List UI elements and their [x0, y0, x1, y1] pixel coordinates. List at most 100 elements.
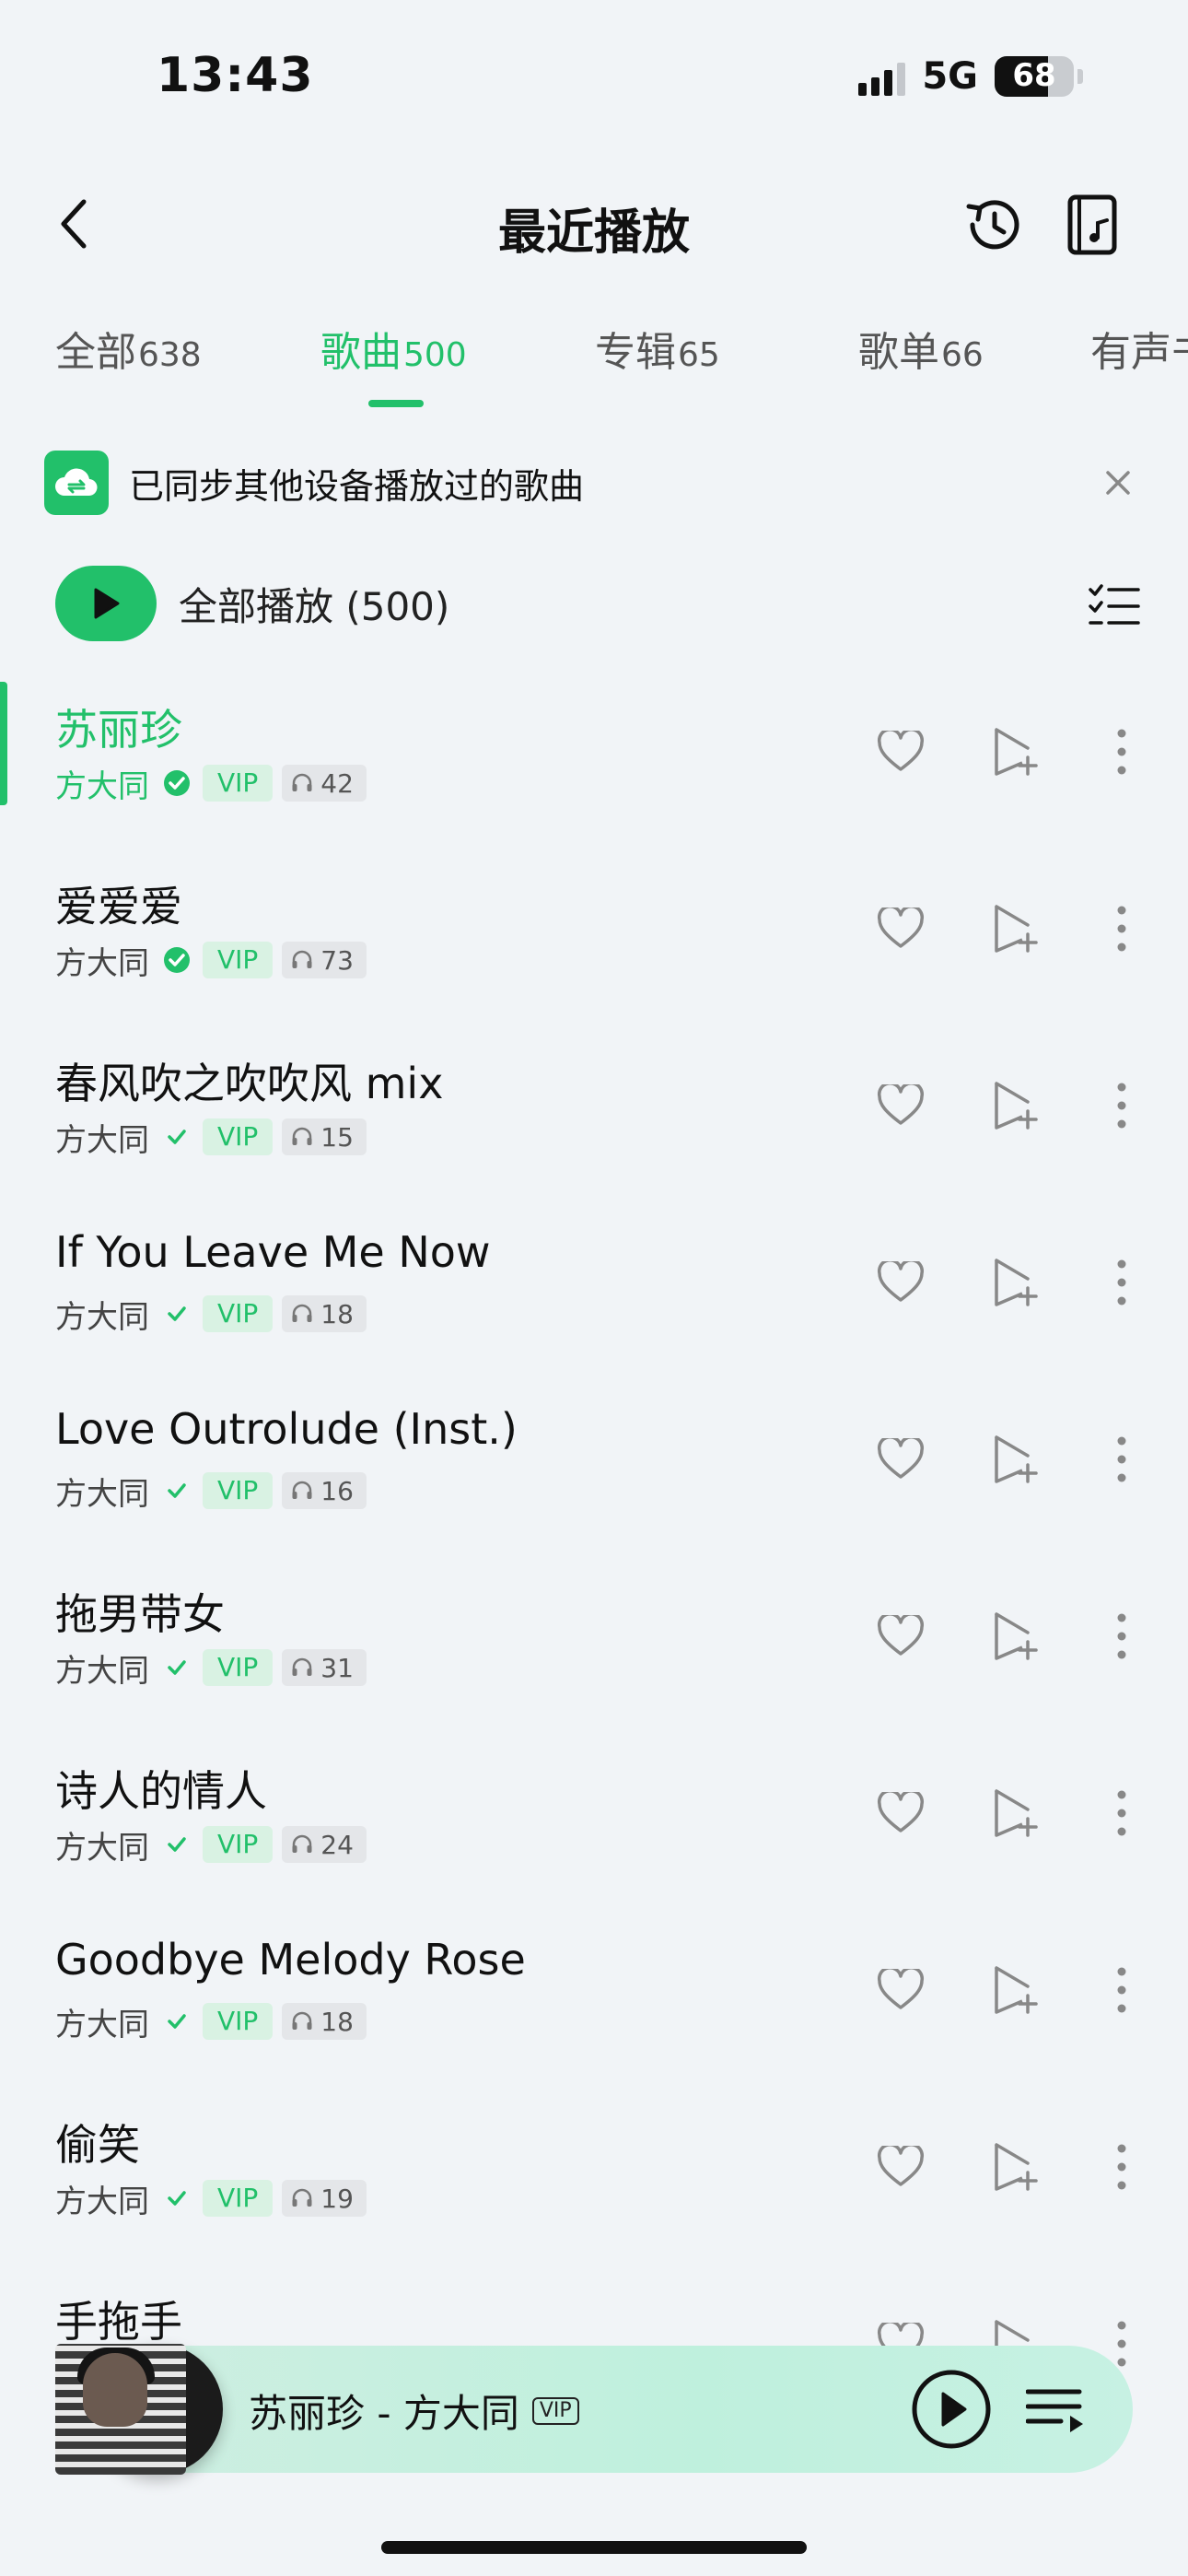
add-to-playlist-button[interactable] [982, 1603, 1048, 1669]
add-to-playlist-icon [995, 1082, 1038, 1130]
heart-icon [877, 2146, 925, 2186]
add-to-playlist-button[interactable] [982, 1957, 1048, 2023]
song-title: 春风吹之吹吹风 mix [55, 1059, 444, 1108]
verified-icon [162, 945, 192, 975]
play-count: 16 [320, 1475, 354, 1506]
mini-play-button[interactable] [910, 2368, 993, 2451]
more-options-button[interactable] [1089, 1249, 1155, 1316]
song-row[interactable]: 诗人的情人 方大同 VIP 24 [0, 1732, 1188, 1909]
like-button[interactable] [868, 1957, 934, 2023]
verified-icon [162, 1299, 192, 1329]
song-list: 苏丽珍 方大同 VIP 42 爱爱爱 方大同 VIP 73 春风吹之吹吹风 mix 方大同 VIP 1… [0, 671, 1188, 2440]
like-button[interactable] [868, 896, 934, 962]
add-to-playlist-button[interactable] [982, 1426, 1048, 1493]
tab-songs[interactable]: 歌曲500 [320, 319, 467, 378]
headphone-icon [291, 1299, 313, 1329]
headphone-icon [291, 2007, 313, 2037]
history-button[interactable] [956, 188, 1030, 262]
song-artist[interactable]: 方大同 [55, 1822, 149, 1868]
multi-select-button[interactable] [1085, 575, 1144, 634]
play-count-badge: 18 [282, 2003, 367, 2040]
like-button[interactable] [868, 1249, 934, 1316]
song-artist[interactable]: 方大同 [55, 1469, 149, 1514]
song-title: Goodbye Melody Rose [55, 1935, 526, 1985]
like-button[interactable] [868, 1426, 934, 1493]
headphone-icon [291, 768, 313, 799]
headphone-icon [291, 1653, 313, 1683]
play-all-button[interactable] [55, 566, 157, 641]
local-music-button[interactable] [1055, 188, 1129, 262]
close-banner-button[interactable] [1092, 457, 1144, 509]
like-button[interactable] [868, 1603, 934, 1669]
more-icon [1117, 1790, 1126, 1836]
signal-icon [858, 57, 906, 96]
more-icon [1117, 1259, 1126, 1306]
song-artist[interactable]: 方大同 [55, 2176, 149, 2221]
album-art[interactable] [55, 2344, 223, 2475]
song-artist[interactable]: 方大同 [55, 1999, 149, 2044]
add-to-playlist-icon [995, 1612, 1038, 1660]
song-row[interactable]: 春风吹之吹吹风 mix 方大同 VIP 15 [0, 1025, 1188, 1201]
song-artist[interactable]: 方大同 [55, 1292, 149, 1337]
more-options-button[interactable] [1089, 1072, 1155, 1139]
verified-icon [162, 2007, 192, 2036]
verified-icon [162, 1653, 192, 1682]
play-all-row[interactable]: 全部播放 (500) [55, 566, 449, 641]
like-button[interactable] [868, 1072, 934, 1139]
play-count-badge: 18 [282, 1295, 367, 1332]
song-row[interactable]: Goodbye Melody Rose 方大同 VIP 18 [0, 1909, 1188, 2086]
tab-albums[interactable]: 专辑65 [595, 319, 720, 378]
play-all-label: 全部播放 (500) [179, 583, 450, 629]
tab-bar: 全部638 歌曲500 专辑65 歌单66 有声书 [55, 319, 1188, 411]
close-icon [1106, 471, 1130, 495]
home-indicator[interactable] [381, 2541, 807, 2554]
tab-playlists[interactable]: 歌单66 [858, 319, 984, 378]
song-row[interactable]: 爱爱爱 方大同 VIP 73 [0, 848, 1188, 1025]
more-options-button[interactable] [1089, 1780, 1155, 1846]
vip-badge: VIP [203, 1826, 274, 1863]
more-options-button[interactable] [1089, 1426, 1155, 1493]
song-row[interactable]: If You Leave Me Now 方大同 VIP 18 [0, 1201, 1188, 1378]
mini-player[interactable]: 苏丽珍 - 方大同 VIP [55, 2344, 1133, 2475]
more-options-button[interactable] [1089, 1603, 1155, 1669]
checklist-icon [1089, 584, 1140, 625]
add-to-playlist-button[interactable] [982, 1249, 1048, 1316]
add-to-playlist-button[interactable] [982, 1072, 1048, 1139]
song-meta: 方大同 VIP 18 [55, 1292, 367, 1337]
song-meta: 方大同 VIP 42 [55, 761, 367, 806]
song-row[interactable]: 拖男带女 方大同 VIP 31 [0, 1555, 1188, 1732]
like-button[interactable] [868, 1780, 934, 1846]
add-to-playlist-button[interactable] [982, 1780, 1048, 1846]
album-cover [55, 2344, 186, 2475]
verified-icon [162, 1122, 192, 1152]
like-button[interactable] [868, 2134, 934, 2200]
verified-icon [162, 2184, 192, 2213]
active-tab-indicator [368, 400, 424, 407]
more-options-button[interactable] [1089, 719, 1155, 785]
song-artist[interactable]: 方大同 [55, 1115, 149, 1160]
add-to-playlist-icon [995, 728, 1038, 776]
add-to-playlist-button[interactable] [982, 2134, 1048, 2200]
playlist-queue-button[interactable] [1022, 2377, 1089, 2443]
more-options-button[interactable] [1089, 896, 1155, 962]
more-options-button[interactable] [1089, 2134, 1155, 2200]
song-artist[interactable]: 方大同 [55, 938, 149, 983]
song-meta: 方大同 VIP 16 [55, 1469, 367, 1514]
song-artist[interactable]: 方大同 [55, 1645, 149, 1691]
song-row[interactable]: 偷笑 方大同 VIP 19 [0, 2086, 1188, 2263]
verified-icon [162, 1476, 192, 1505]
tab-all[interactable]: 全部638 [55, 319, 202, 378]
battery-percent: 68 [1012, 57, 1056, 94]
add-to-playlist-button[interactable] [982, 719, 1048, 785]
play-count: 42 [320, 767, 354, 799]
mini-player-track[interactable]: 苏丽珍 - 方大同 VIP [249, 2383, 579, 2439]
like-button[interactable] [868, 719, 934, 785]
add-to-playlist-button[interactable] [982, 896, 1048, 962]
verified-icon [162, 1830, 192, 1859]
song-artist[interactable]: 方大同 [55, 761, 149, 806]
play-count-badge: 19 [282, 2180, 367, 2217]
more-options-button[interactable] [1089, 1957, 1155, 2023]
song-row[interactable]: 苏丽珍 方大同 VIP 42 [0, 671, 1188, 848]
tab-audiobooks[interactable]: 有声书 [1090, 319, 1188, 378]
song-row[interactable]: Love Outrolude (Inst.) 方大同 VIP 16 [0, 1378, 1188, 1555]
